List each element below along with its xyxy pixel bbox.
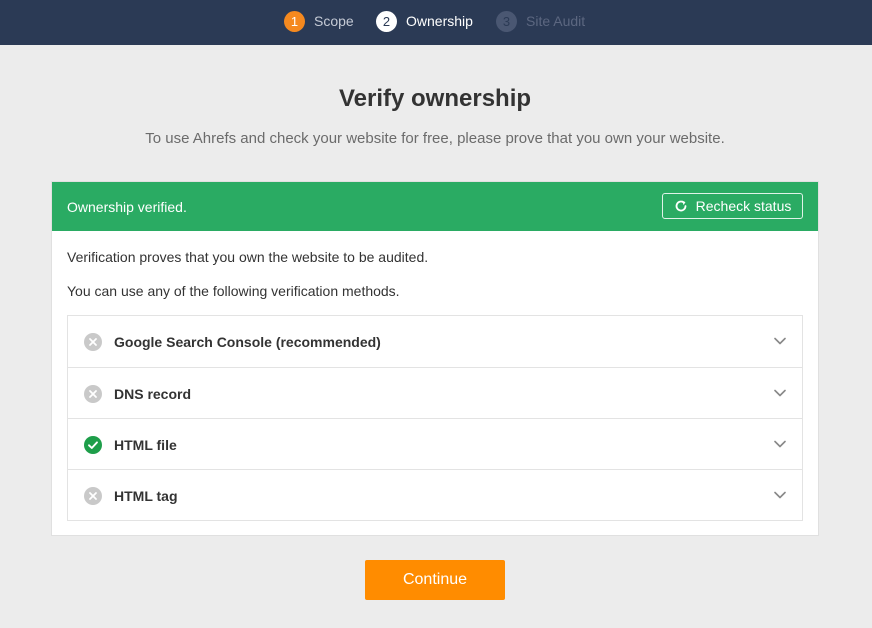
- chevron-down-icon: [774, 389, 786, 397]
- method-html-file[interactable]: HTML file: [68, 418, 802, 469]
- method-html-tag[interactable]: HTML tag: [68, 469, 802, 520]
- step-ownership[interactable]: 2 Ownership: [376, 10, 473, 32]
- recheck-label: Recheck status: [695, 198, 792, 214]
- method-label: DNS record: [114, 386, 192, 402]
- verification-description: Verification proves that you own the web…: [67, 249, 429, 265]
- page-subtitle: To use Ahrefs and check your website for…: [145, 130, 725, 147]
- unverified-icon: [84, 385, 102, 403]
- unverified-icon: [84, 333, 102, 351]
- step-label: Ownership: [406, 13, 473, 29]
- recheck-status-button[interactable]: Recheck status: [662, 193, 803, 219]
- chevron-down-icon: [774, 440, 786, 448]
- methods-list: Google Search Console (recommended) DNS …: [67, 315, 803, 521]
- method-label: HTML tag: [114, 488, 178, 504]
- method-dns-record[interactable]: DNS record: [68, 367, 802, 418]
- step-site-audit: 3 Site Audit: [496, 10, 585, 32]
- step-scope[interactable]: 1 Scope: [284, 10, 354, 32]
- step-number: 3: [496, 10, 517, 32]
- stepper-bar: 1 Scope 2 Ownership 3 Site Audit: [0, 0, 872, 45]
- methods-intro: You can use any of the following verific…: [67, 283, 400, 299]
- verified-check-icon: [84, 436, 102, 454]
- chevron-down-icon: [774, 491, 786, 499]
- verification-card: Ownership verified. Recheck status Verif…: [51, 181, 819, 536]
- unverified-icon: [84, 487, 102, 505]
- method-label: Google Search Console (recommended): [114, 334, 381, 350]
- step-number: 1: [284, 10, 305, 32]
- status-text: Ownership verified.: [67, 199, 187, 215]
- step-number: 2: [376, 10, 397, 32]
- step-label: Site Audit: [526, 13, 586, 29]
- step-label: Scope: [314, 13, 354, 29]
- method-google-search-console[interactable]: Google Search Console (recommended): [68, 316, 802, 367]
- chevron-down-icon: [774, 337, 786, 345]
- status-banner: Ownership verified. Recheck status: [52, 182, 818, 231]
- method-label: HTML file: [114, 437, 177, 453]
- refresh-icon: [675, 200, 687, 212]
- continue-button[interactable]: Continue: [365, 560, 505, 600]
- page-title: Verify ownership: [338, 85, 532, 112]
